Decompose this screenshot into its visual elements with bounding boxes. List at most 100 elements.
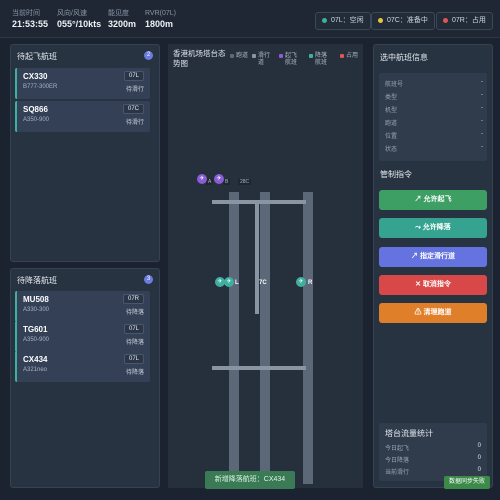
- flight-status: 待降落: [125, 310, 144, 316]
- runway-label: L: [235, 280, 239, 286]
- info-row: 航班号 -: [385, 79, 483, 88]
- legend-swatch: [230, 54, 234, 58]
- arrival-aircraft-icon[interactable]: ✈: [296, 277, 306, 287]
- airport-situation-map[interactable]: 香港机场塔台态势图 跑道 滑行道 起飞航班 降落航班 占用 A B 28C ✈ …: [168, 44, 363, 488]
- arrivals-count-badge: 3: [144, 275, 153, 284]
- info-value: -: [481, 79, 483, 85]
- aircraft-type: A330-300: [23, 307, 50, 313]
- cancel-command-button[interactable]: ✕ 取消指令: [379, 275, 487, 295]
- allow-takeoff-button[interactable]: ↗ 允许起飞: [379, 190, 487, 210]
- flight-status: 待滑行: [125, 87, 144, 93]
- status-dot-icon: [443, 17, 448, 23]
- selected-info-title: 选中航班信息: [380, 53, 428, 62]
- info-label: 位置: [385, 134, 398, 140]
- runway-status-text: 07R：占用: [452, 17, 486, 24]
- runway-status-text: 07C：准备中: [387, 17, 428, 24]
- runway-status-07l[interactable]: 07L：空闲: [315, 12, 371, 30]
- runway-07r[interactable]: [303, 192, 313, 484]
- departure-aircraft-icon[interactable]: ✈: [197, 174, 207, 184]
- taxiway-link[interactable]: [255, 204, 259, 314]
- stat-value: 055°/10kts: [57, 19, 102, 29]
- legend-label: 降落航班: [315, 53, 328, 66]
- map-title: 香港机场塔台态势图: [173, 49, 226, 68]
- flight-code: MU508: [23, 295, 49, 304]
- runway-tag: 07L: [123, 354, 144, 364]
- arrival-aircraft-icon[interactable]: ✈: [224, 277, 234, 287]
- flight-code: TG601: [23, 325, 48, 334]
- info-label: 机型: [385, 108, 398, 114]
- flight-status: 待滑行: [125, 120, 144, 126]
- departure-aircraft-icon[interactable]: ✈: [214, 174, 224, 184]
- traffic-title: 塔台流量统计: [385, 429, 433, 438]
- assign-taxiway-button[interactable]: ↗ 指定滑行道: [379, 247, 487, 267]
- info-label: 状态: [385, 147, 398, 153]
- info-value: -: [481, 118, 483, 124]
- stat-label: 今日起飞: [385, 446, 410, 452]
- legend-label: 跑道: [236, 53, 249, 59]
- arrivals-panel: 待降落航班 3 MU508 A330-300 07R 待降落 TG601 A35…: [10, 268, 160, 488]
- runway-status-07c[interactable]: 07C：准备中: [371, 12, 435, 30]
- info-row: 类型 -: [385, 92, 483, 101]
- commands-title: 管制指令: [380, 170, 412, 179]
- legend-occupied: 占用: [340, 53, 359, 60]
- stat-value: 1800m: [145, 19, 174, 29]
- legend-swatch: [309, 54, 313, 58]
- stat-value: 3200m: [108, 19, 137, 29]
- stat-label: 能见度: [108, 10, 129, 17]
- flight-code: SQ866: [23, 105, 48, 114]
- legend-label: 起飞航班: [285, 53, 298, 66]
- flight-code: CX330: [23, 72, 48, 81]
- legend-runway: 跑道: [230, 53, 249, 60]
- taxiway-north[interactable]: [212, 200, 306, 204]
- flight-card-departure[interactable]: CX330 B777-300ER 07L 待滑行: [15, 68, 150, 99]
- legend-label: 滑行道: [258, 53, 271, 66]
- status-dot-icon: [378, 17, 383, 23]
- arrivals-title: 待降落航班: [17, 276, 57, 285]
- legend-taxiway: 滑行道: [252, 53, 271, 67]
- stat-value: 0: [477, 455, 481, 461]
- top-status-bar: 当前时间 21:53:55 风向/风速 055°/10kts 能见度 3200m…: [0, 0, 500, 38]
- gate-label: B: [223, 179, 231, 185]
- stat-row: 今日降落 0: [385, 455, 481, 464]
- legend-swatch: [252, 54, 256, 58]
- runway-label: 7C: [259, 280, 267, 286]
- departures-title: 待起飞航班: [17, 52, 57, 61]
- flight-card-arrival[interactable]: CX434 A321neo 07L 待降落: [15, 351, 150, 382]
- stat-label: RVR(07L): [145, 10, 176, 17]
- stat-label: 风向/风速: [57, 10, 87, 17]
- stat-label: 当前滑行: [385, 470, 410, 476]
- info-row: 位置 -: [385, 131, 483, 140]
- flight-card-arrival[interactable]: TG601 A350-900 07L 待降落: [15, 321, 150, 352]
- stat-time: 当前时间 21:53:55: [12, 10, 48, 30]
- departures-count-badge: 2: [144, 51, 153, 60]
- stat-row: 当前滑行 0: [385, 467, 481, 476]
- flight-status: 待降落: [125, 370, 144, 376]
- flight-card-departure[interactable]: SQ866 A350-900 07C 待滑行: [15, 101, 150, 132]
- runway-07c[interactable]: [260, 192, 270, 484]
- runway-tag: 07L: [123, 71, 144, 81]
- stat-row: 今日起飞 0: [385, 443, 481, 452]
- info-value: -: [481, 105, 483, 111]
- runway-tag: 07C: [122, 104, 144, 114]
- legend-swatch: [340, 54, 344, 58]
- taxiway-south[interactable]: [212, 366, 306, 370]
- allow-landing-button[interactable]: ⤳ 允许降落: [379, 218, 487, 238]
- aircraft-type: A321neo: [23, 367, 48, 373]
- stat-value: 0: [477, 467, 481, 473]
- stat-label: 当前时间: [12, 10, 40, 17]
- info-label: 类型: [385, 95, 398, 101]
- traffic-stats: 塔台流量统计 今日起飞 0 今日降落 0 当前滑行 0: [379, 423, 487, 481]
- clear-runway-button[interactable]: ⚠ 清理跑道: [379, 303, 487, 323]
- stat-rvr: RVR(07L) 1800m: [145, 10, 176, 30]
- notification-toast[interactable]: 新增降落航班：CX434: [205, 471, 295, 489]
- runway-07l[interactable]: [229, 192, 239, 484]
- info-value: -: [481, 131, 483, 137]
- sync-error-badge[interactable]: 数据同步失败: [444, 476, 490, 489]
- departures-panel: 待起飞航班 2 CX330 B777-300ER 07L 待滑行 SQ866 A…: [10, 44, 160, 262]
- stat-visibility: 能见度 3200m: [108, 10, 136, 30]
- runway-status-07r[interactable]: 07R：占用: [436, 12, 493, 30]
- stat-label: 今日降落: [385, 458, 410, 464]
- info-row: 状态 -: [385, 144, 483, 153]
- flight-card-arrival[interactable]: MU508 A330-300 07R 待降落: [15, 291, 150, 322]
- info-value: -: [481, 144, 483, 150]
